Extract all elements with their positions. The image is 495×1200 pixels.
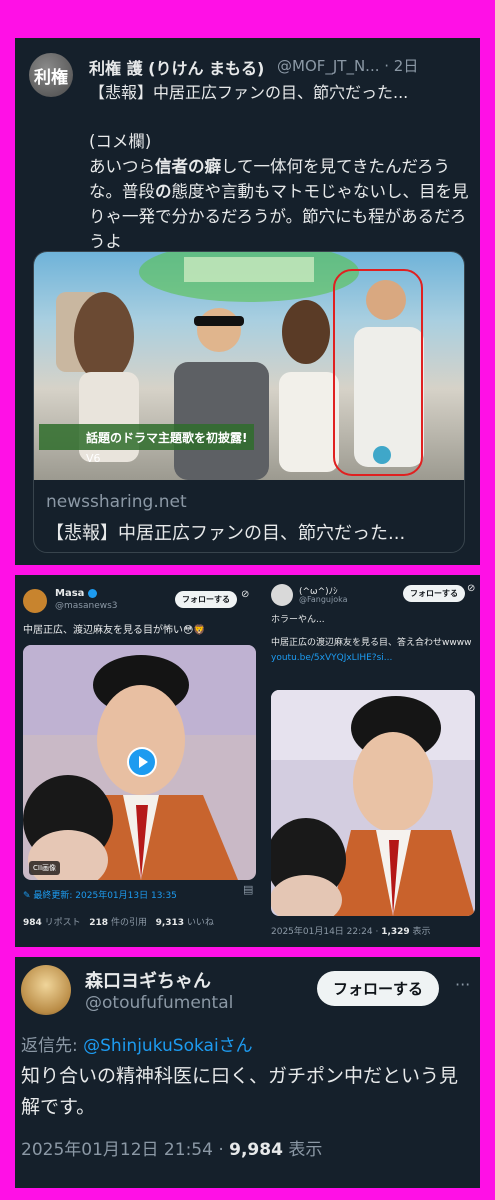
alt-badge[interactable]: CII画像 [29,861,61,875]
handle[interactable]: @masanews3 [55,601,118,611]
quote-count[interactable]: 218 [89,918,108,928]
card-domain[interactable]: newssharing.net [46,492,187,512]
stats-icon[interactable]: ▤ [243,883,253,896]
view-label: 表示 [412,927,431,937]
repost-label: リポスト [44,918,81,928]
follow-button[interactable]: フォローする [175,591,237,608]
verified-icon [87,588,97,598]
tweet-title: 【悲報】中居正広ファンの目、節穴だった... [89,83,409,102]
tweet-body: (コメ欄) あいつら信者の癖して一体何を見てきたんだろうな。普段の態度や言動もマ… [89,129,479,254]
timestamp[interactable]: 2025年01月12日 21:54 · [21,1140,224,1160]
display-name[interactable]: 利権 護 (りけん まもる) [89,55,264,79]
avatar[interactable]: 利権 [29,53,73,97]
tweet-meta: 2025年01月14日 22:24 · 1,329 表示 [271,924,431,937]
image-media[interactable] [271,690,475,916]
follow-button[interactable]: フォローする [403,585,465,602]
follow-button[interactable]: フォローする [317,971,440,1006]
logo-icon: ⊘ [467,583,476,594]
body-bold: 信者の癖 [155,157,221,176]
reply-to: 返信先: @ShinjukuSokaiさん [21,1031,253,1056]
handle[interactable]: @otoufufumental [85,993,233,1013]
tweet-image [271,690,475,916]
tweet-line: ホラーやん... [271,615,325,625]
avatar[interactable] [23,589,47,613]
like-count[interactable]: 9,313 [156,918,184,928]
avatar[interactable] [21,965,71,1015]
tweet-text: あいつら信者の癖して一体何を見てきたんだろうな。普段の態度や言動もマトモじゃない… [89,154,479,254]
tweet-panel-3: 森口ヨギちゃん @otoufufumental フォローする ··· 返信先: … [15,957,480,1188]
last-updated-text: 最終更新: 2025年01月13日 13:35 [33,891,177,901]
repost-count[interactable]: 984 [23,918,42,928]
reply-prefix: 返信先: [21,1036,84,1056]
quote-label: 件の引用 [110,918,147,928]
tweet-text: ホラーやん... 中居正広の渡辺麻友を見る目、答え合わせwwww youtu.b… [271,613,476,666]
play-triangle [139,756,148,768]
body-bold: の [155,182,172,201]
edit-icon: ✎ [23,891,34,901]
timestamp[interactable]: 2025年01月14日 22:24 · [271,927,378,937]
display-name[interactable]: Masa [55,588,97,599]
like-label: いいね [186,918,214,928]
logo-icon: ⊘ [241,589,250,600]
image-caption: 話題のドラマ主題歌を初披露! [86,431,248,445]
card-title[interactable]: 【悲報】中居正広ファンの目、節穴だった... [46,519,405,545]
link-card[interactable]: 話題のドラマ主題歌を初披露! V6 newssharing.net 【悲報】中居… [33,251,465,553]
comment-label: (コメ欄) [89,132,152,151]
display-name-text: Masa [55,588,85,599]
body-part: あいつら [89,157,155,176]
tweet-meta: 2025年01月12日 21:54 · 9,984 表示 [21,1135,322,1160]
last-updated[interactable]: ✎ 最終更新: 2025年01月13日 13:35 [23,888,177,901]
tweet-link[interactable]: youtu.be/5xVYQJxLIHE?si... [271,651,476,666]
play-icon[interactable] [127,747,157,777]
video-media[interactable]: CII画像 [23,645,256,880]
card-image[interactable]: 話題のドラマ主題歌を初披露! V6 [34,252,464,480]
tweet-panel-1: 利権 利権 護 (りけん まもる) @MOF_JT_N... · 2日 【悲報】… [15,38,480,565]
engagement-stats: 984 リポスト 218 件の引用 9,313 いいね [23,915,214,928]
avatar[interactable] [271,584,293,606]
image-subcaption: V6 [86,452,101,465]
handle[interactable]: @Fangujoka [299,595,348,604]
reply-handle[interactable]: @ShinjukuSokaiさん [83,1036,253,1056]
view-label: 表示 [288,1140,323,1160]
tweet-text: 知り合いの精神科医に曰く、ガチポン中だという見解です。 [21,1065,459,1118]
tweet-line: 中居正広の渡辺麻友を見る目、答え合わせwwww [271,638,472,648]
display-name[interactable]: 森口ヨギちゃん [85,967,211,993]
tweet-panel-2: Masa @masanews3 フォローする ⊘ 中居正広、渡辺麻友を見る目が怖… [15,575,480,947]
more-icon[interactable]: ··· [455,975,470,994]
view-count: 1,329 [381,927,410,937]
handle-and-time[interactable]: @MOF_JT_N... · 2日 [277,55,418,76]
tweet-text: 中居正広、渡辺麻友を見る目が怖い😳🦁 [23,625,206,636]
view-count: 9,984 [229,1140,283,1160]
